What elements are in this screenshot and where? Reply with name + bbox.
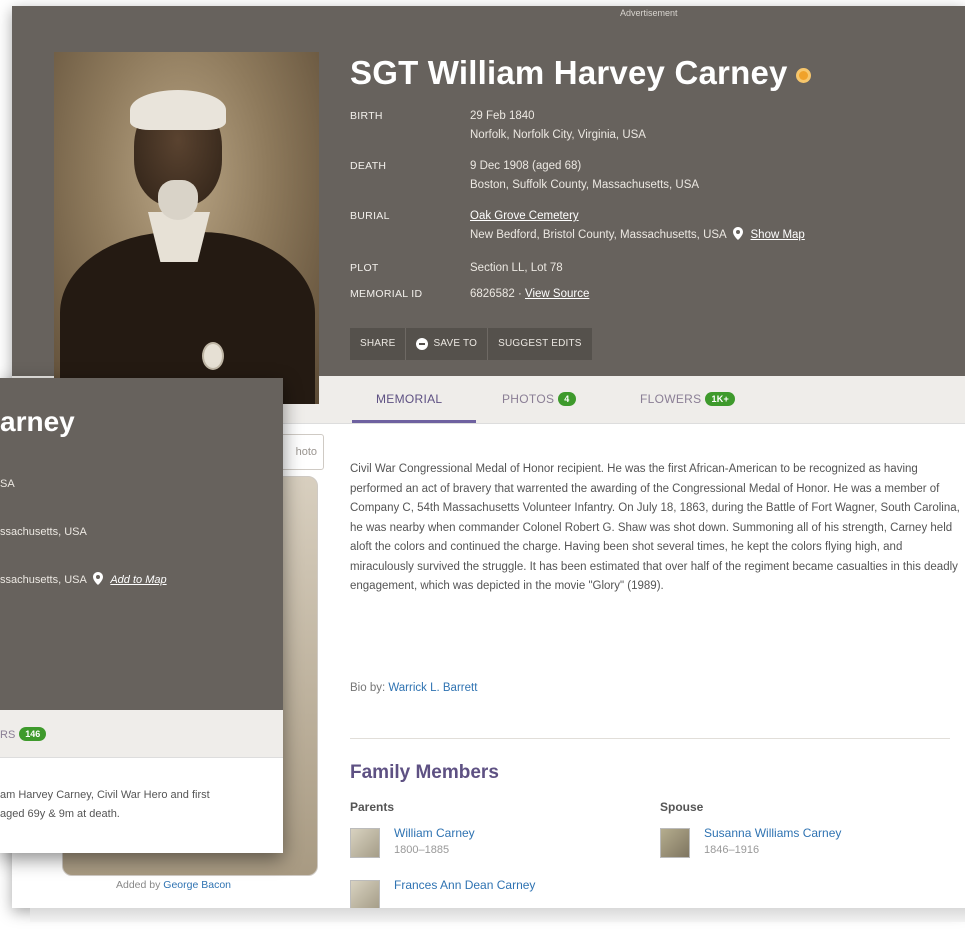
memorial-id-value: 6826582 · View Source [470, 285, 950, 304]
bio-by-label: Bio by: [350, 682, 389, 694]
family-members-title: Family Members [350, 762, 499, 783]
flowers-count-badge: 1K+ [705, 392, 736, 406]
father-name[interactable]: William Carney [394, 826, 475, 840]
suggest-edits-button[interactable]: SUGGEST EDITS [487, 328, 592, 360]
added-by-link[interactable]: George Bacon [163, 879, 231, 891]
overlay-header: arney SA ssachusetts, USA ssachusetts, U… [0, 378, 283, 710]
birth-value: 29 Feb 1840 Norfolk, Norfolk City, Virgi… [470, 107, 950, 145]
save-icon [416, 338, 429, 350]
father-dates: 1800–1885 [394, 844, 450, 856]
memorial-name-text: SGT William Harvey Carney [350, 54, 788, 91]
memorial-id-label: MEMORIAL ID [350, 288, 423, 300]
spouse-label: Spouse [660, 800, 704, 814]
map-pin-icon [93, 572, 104, 585]
spouse-dates: 1846–1916 [704, 844, 760, 856]
tab-flowers[interactable]: FLOWERS 1K+ [640, 392, 736, 406]
burial-place: New Bedford, Bristol County, Massachuset… [470, 229, 727, 241]
mother-thumbnail [350, 880, 380, 908]
share-label: SHARE [360, 338, 396, 349]
tab-flowers-label: FLOWERS [640, 392, 702, 406]
overlay-flowers-badge: 146 [19, 727, 47, 741]
overlay-burial-text: ssachusetts, USA [0, 574, 87, 586]
cemetery-link[interactable]: Oak Grove Cemetery [470, 210, 579, 222]
memorial-portrait-photo[interactable] [54, 52, 319, 404]
section-divider [350, 738, 950, 739]
photos-count-badge: 4 [558, 392, 576, 406]
overlay-bio-line1: am Harvey Carney, Civil War Hero and fir… [0, 789, 210, 801]
tab-photos-label: PHOTOS [502, 392, 555, 406]
show-map-link[interactable]: Show Map [751, 229, 805, 241]
death-value: 9 Dec 1908 (aged 68) Boston, Suffolk Cou… [470, 157, 950, 195]
bio-author-link[interactable]: Warrick L. Barrett [388, 682, 477, 694]
portrait-medal [202, 342, 224, 370]
mother-name[interactable]: Frances Ann Dean Carney [394, 878, 535, 892]
portrait-hair [130, 90, 226, 130]
memorial-id-number: 6826582 · [470, 288, 525, 300]
overlay-bio-line2: aged 69y & 9m at death. [0, 808, 120, 820]
added-by: Added by George Bacon [116, 879, 231, 891]
share-button[interactable]: SHARE [350, 328, 405, 360]
active-tab-indicator [352, 420, 476, 423]
overlay-tab-flowers[interactable]: RS 146 [0, 727, 47, 741]
spouse-name[interactable]: Susanna Williams Carney [704, 826, 841, 840]
death-place: Boston, Suffolk County, Massachusetts, U… [470, 179, 700, 191]
tab-photos[interactable]: PHOTOS 4 [502, 392, 576, 406]
spouse-thumbnail [660, 828, 690, 858]
overlay-tab-label: RS [0, 729, 16, 741]
death-date: 9 Dec 1908 (aged 68) [470, 160, 582, 172]
burial-value: Oak Grove Cemetery New Bedford, Bristol … [470, 207, 950, 245]
suggest-edits-label: SUGGEST EDITS [498, 338, 582, 349]
add-to-map-link[interactable]: Add to Map [110, 574, 166, 586]
save-to-label: SAVE TO [433, 338, 478, 349]
overlay-bio: am Harvey Carney, Civil War Hero and fir… [0, 786, 283, 824]
birth-date: 29 Feb 1840 [470, 110, 535, 122]
birth-label: BIRTH [350, 110, 383, 122]
overlay-name: arney [0, 406, 75, 437]
famous-icon[interactable] [795, 67, 811, 83]
map-pin-icon [733, 227, 744, 240]
overlay-birth-place: SA [0, 478, 15, 490]
burial-label: BURIAL [350, 210, 390, 222]
tab-memorial[interactable]: MEMORIAL [376, 392, 442, 406]
save-to-button[interactable]: SAVE TO [405, 328, 487, 360]
portrait-beard [158, 180, 198, 220]
father-thumbnail [350, 828, 380, 858]
advertisement-label: Advertisement [620, 8, 678, 18]
bio-author: Bio by: Warrick L. Barrett [350, 682, 477, 694]
overlay-burial-place: ssachusetts, USA Add to Map [0, 572, 167, 586]
overlay-death-place: ssachusetts, USA [0, 526, 87, 538]
bio-text: Civil War Congressional Medal of Honor r… [350, 463, 960, 592]
memorial-action-bar: SHARE SAVE TO SUGGEST EDITS [350, 328, 592, 360]
page-shadow-shelf [30, 908, 965, 922]
view-source-link[interactable]: View Source [525, 288, 589, 300]
parents-label: Parents [350, 800, 395, 814]
death-label: DEATH [350, 160, 387, 172]
overlay-memorial-page: arney SA ssachusetts, USA ssachusetts, U… [0, 378, 283, 853]
memorial-name: SGT William Harvey Carney [350, 54, 811, 92]
birth-place: Norfolk, Norfolk City, Virginia, USA [470, 129, 646, 141]
overlay-tabs: RS 146 [0, 710, 283, 758]
added-by-label: Added by [116, 879, 164, 891]
plot-value: Section LL, Lot 78 [470, 262, 563, 274]
plot-label: PLOT [350, 262, 379, 274]
